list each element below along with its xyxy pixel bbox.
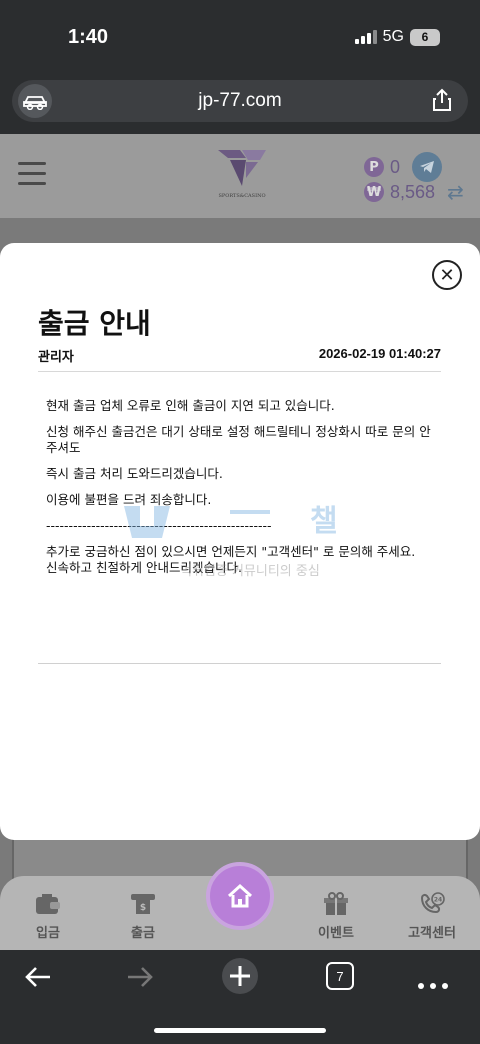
gift-icon: [324, 892, 348, 915]
site-logo[interactable]: SPORTS&CASINO: [214, 148, 270, 199]
logo-mark-icon: [218, 150, 266, 186]
tab-support-label: 고객센터: [408, 926, 456, 941]
plus-icon: [230, 966, 250, 986]
address-bar[interactable]: jp-77.com: [12, 80, 468, 122]
won-coin-icon: ₩: [364, 182, 384, 202]
signal-icon: [354, 30, 377, 44]
status-indicators: 5G 6: [354, 28, 440, 46]
home-indicator: [154, 1028, 326, 1033]
content-divider: [38, 663, 441, 664]
status-time: 1:40: [68, 26, 109, 48]
modal-meta: 관리자 2026-02-19 01:40:27: [38, 346, 441, 372]
modal-author: 관리자: [38, 350, 74, 365]
network-type: 5G: [382, 28, 404, 45]
modal-datetime: 2026-02-19 01:40:27: [318, 346, 441, 361]
tab-event-label: 이벤트: [318, 926, 354, 941]
browser-toolbar: 7: [0, 950, 480, 1044]
tabs-count-button[interactable]: 7: [326, 962, 354, 990]
tab-support[interactable]: 24 고객센터: [400, 892, 464, 941]
atm-icon: $: [131, 894, 155, 914]
modal-content: 현재 출금 업체 오류로 인해 출금이 지연 되고 있습니다. 신청 해주신 출…: [46, 398, 434, 586]
balance-display: ₩ 8,568 ⇄: [364, 180, 464, 204]
more-icon[interactable]: [418, 974, 448, 993]
tab-deposit[interactable]: 입금: [18, 892, 78, 941]
notice-line: 추가로 궁금하신 점이 있으시면 언제든지 "고객센터" 로 문의해 주세요. …: [46, 544, 416, 575]
forward-icon[interactable]: [126, 964, 154, 994]
notice-line: 현재 출금 업체 오류로 인해 출금이 지연 되고 있습니다.: [46, 398, 335, 413]
tab-deposit-label: 입금: [36, 926, 60, 941]
new-tab-button[interactable]: [222, 958, 258, 994]
notice-line: 이용에 불편을 드려 죄송합니다.: [46, 492, 212, 507]
notice-line: 즉시 출금 처리 도와드리겠습니다.: [46, 466, 223, 481]
close-icon[interactable]: ✕: [432, 260, 462, 290]
home-icon: [227, 883, 253, 908]
notice-line: 신청 해주신 출금건은 대기 상태로 설정 해드릴테니 정상화시 따로 문의 안…: [46, 424, 431, 455]
svg-text:$: $: [140, 903, 146, 913]
share-icon[interactable]: [432, 88, 452, 116]
balance-value: 8,568: [390, 181, 436, 202]
svg-text:24: 24: [434, 897, 442, 904]
notice-separator: ----------------------------------------…: [46, 518, 272, 533]
logo-subtitle: SPORTS&CASINO: [218, 193, 266, 199]
wallet-icon: [36, 894, 60, 914]
tab-withdraw-label: 출금: [131, 926, 155, 941]
status-bar: 1:40 5G 6: [0, 0, 480, 78]
back-icon[interactable]: [24, 964, 52, 994]
points-coin-icon: P: [364, 157, 384, 177]
refresh-icon[interactable]: ⇄: [447, 180, 464, 204]
telegram-icon[interactable]: [412, 152, 443, 182]
battery-icon: 6: [410, 28, 440, 46]
support-24-icon: 24: [420, 892, 445, 914]
points-display: P 0: [364, 152, 443, 182]
tab-event[interactable]: 이벤트: [306, 892, 366, 941]
tab-withdraw[interactable]: $ 출금: [113, 892, 173, 941]
modal-title: 출금 안내: [38, 307, 151, 340]
home-button[interactable]: [206, 862, 274, 930]
menu-icon[interactable]: [18, 162, 46, 192]
points-value: 0: [390, 156, 401, 177]
browser-address-area: jp-77.com: [0, 78, 480, 134]
url-text[interactable]: jp-77.com: [12, 90, 468, 112]
